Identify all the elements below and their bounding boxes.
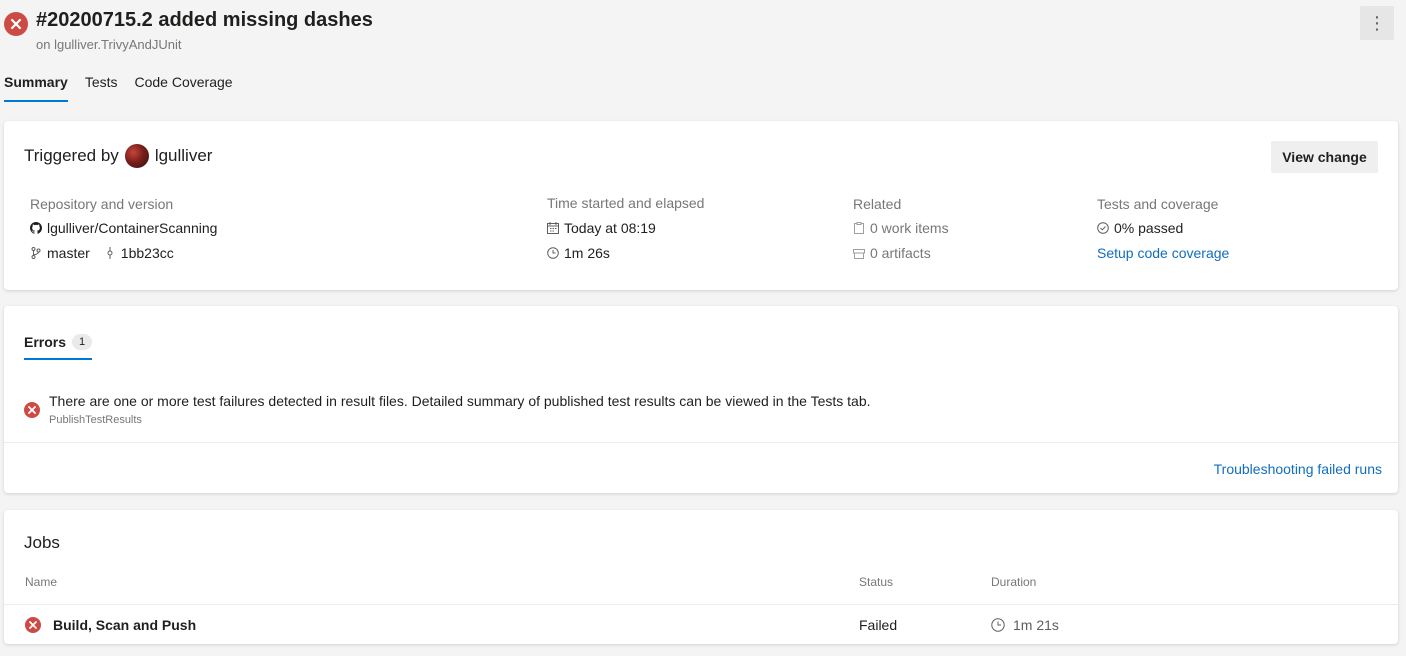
clock-icon (991, 618, 1005, 632)
setup-code-coverage-link[interactable]: Setup code coverage (1097, 245, 1229, 261)
commit-id[interactable]: 1bb23cc (121, 245, 174, 261)
tests-heading: Tests and coverage (1097, 196, 1219, 212)
repo-heading: Repository and version (30, 196, 174, 212)
more-vertical-icon: ⋮ (1368, 12, 1386, 33)
check-circle-icon (1097, 222, 1109, 234)
job-failed-icon (25, 617, 41, 633)
calendar-icon (547, 222, 559, 234)
column-header-name: Name (25, 575, 58, 589)
column-header-status: Status (859, 575, 894, 589)
elapsed-time: 1m 26s (564, 245, 610, 261)
summary-card: Triggered by lgulliver View change Repos… (4, 121, 1398, 290)
tests-passed-row: 0% passed (1097, 220, 1183, 236)
triggered-label: Triggered by (24, 146, 119, 165)
clock-icon (547, 247, 559, 259)
elapsed-row: 1m 26s (547, 245, 610, 261)
jobs-card: Jobs Name Status Duration Build, Scan an… (4, 510, 1398, 644)
view-change-button[interactable]: View change (1271, 141, 1378, 173)
branch-name[interactable]: master (47, 245, 90, 261)
tab-code-coverage[interactable]: Code Coverage (135, 74, 233, 102)
time-heading: Time started and elapsed (547, 195, 705, 211)
errors-tab-label: Errors (24, 334, 67, 350)
avatar[interactable] (124, 144, 149, 168)
errors-count-badge: 1 (72, 334, 93, 350)
troubleshooting-link[interactable]: Troubleshooting failed runs (1214, 461, 1382, 477)
tests-passed: 0% passed (1114, 220, 1184, 236)
repo-name: lgulliver/ContainerScanning (47, 220, 218, 236)
github-icon (30, 222, 42, 234)
triggered-user[interactable]: lgulliver (155, 146, 213, 166)
tab-summary[interactable]: Summary (4, 74, 68, 102)
page-title: #20200715.2 added missing dashes (36, 9, 373, 31)
triggered-by: Triggered by lgulliver (24, 144, 212, 168)
commit-icon (104, 247, 116, 259)
started-time: Today at 08:19 (564, 220, 656, 236)
started-row: Today at 08:19 (547, 220, 656, 236)
divider (4, 442, 1398, 443)
work-items-count: 0 work items (870, 220, 949, 236)
error-icon (24, 402, 40, 418)
divider (4, 604, 1398, 605)
branch-icon (30, 247, 42, 259)
errors-card: Errors 1 There are one or more test fail… (4, 306, 1398, 493)
work-items-row: 0 work items (853, 220, 949, 236)
artifact-icon (853, 247, 865, 259)
repo-row[interactable]: lgulliver/ContainerScanning (30, 220, 217, 236)
jobs-title: Jobs (24, 533, 60, 552)
branch-commit-row: master 1bb23cc (30, 245, 174, 261)
error-source: PublishTestResults (49, 414, 142, 426)
related-heading: Related (853, 196, 902, 212)
clipboard-icon (853, 222, 865, 234)
errors-tab[interactable]: Errors 1 (24, 334, 93, 360)
error-message[interactable]: There are one or more test failures dete… (49, 393, 871, 409)
failed-status-icon (4, 12, 28, 36)
job-status: Failed (859, 617, 898, 633)
tab-tests[interactable]: Tests (85, 74, 118, 102)
artifacts-count: 0 artifacts (870, 245, 931, 261)
job-name[interactable]: Build, Scan and Push (53, 617, 196, 633)
job-duration-value: 1m 21s (1013, 617, 1059, 633)
job-duration: 1m 21s (991, 617, 1059, 633)
artifacts-row: 0 artifacts (853, 245, 931, 261)
column-header-duration: Duration (991, 575, 1037, 589)
pipeline-subtitle[interactable]: on lgulliver.TrivyAndJUnit (36, 37, 181, 52)
more-actions-button[interactable]: ⋮ (1360, 6, 1394, 40)
tab-bar: Summary Tests Code Coverage (4, 74, 250, 102)
